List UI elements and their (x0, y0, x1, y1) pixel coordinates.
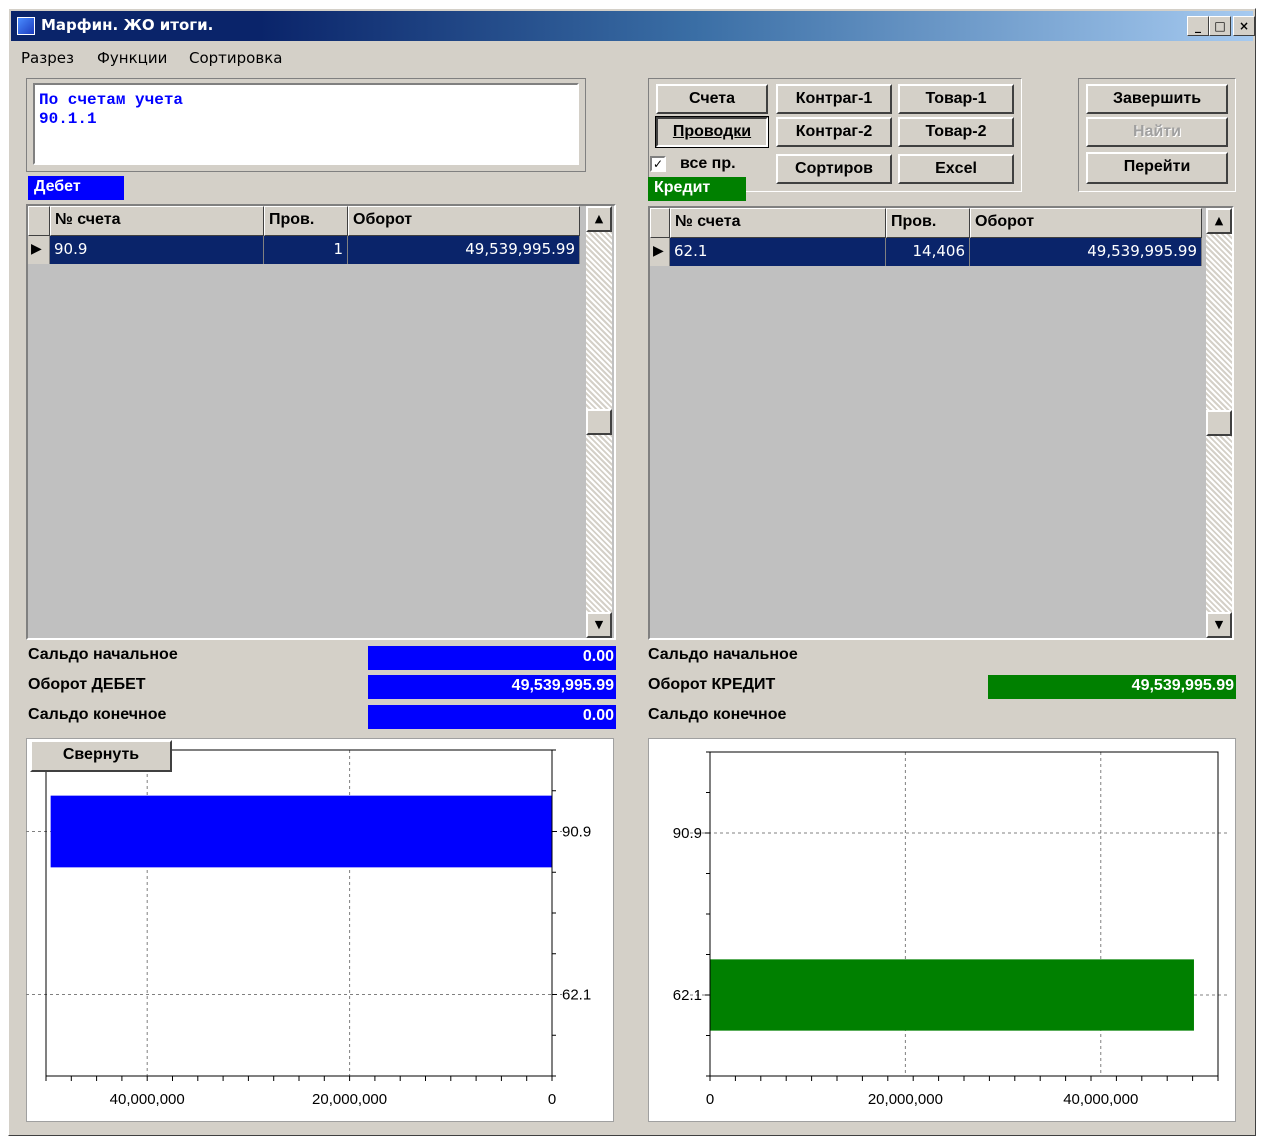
x-tick-label: 0 (706, 1091, 714, 1108)
category-label: 90.9 (562, 824, 591, 841)
credit-chart: 0 20,000,000 40,000,000 90.9 62.1 (673, 751, 1228, 1108)
collapse-button[interactable]: Свернуть (30, 740, 172, 772)
x-tick-label: 0 (548, 1091, 556, 1108)
category-label: 90.9 (673, 825, 702, 842)
bar (50, 795, 552, 868)
category-label: 62.1 (562, 987, 591, 1004)
x-tick-label: 20,000,000 (312, 1091, 387, 1108)
charts-layer: 40,000,000 20,000,000 0 90.9 62.1 0 20,000,00… (26, 749, 1228, 1108)
x-tick-label: 20,000,000 (868, 1091, 943, 1108)
category-label: 62.1 (673, 987, 702, 1004)
x-tick-label: 40,000,000 (110, 1091, 185, 1108)
x-tick-label: 40,000,000 (1063, 1091, 1138, 1108)
debit-chart: 40,000,000 20,000,000 0 90.9 62.1 (26, 749, 591, 1108)
bar (710, 959, 1194, 1031)
